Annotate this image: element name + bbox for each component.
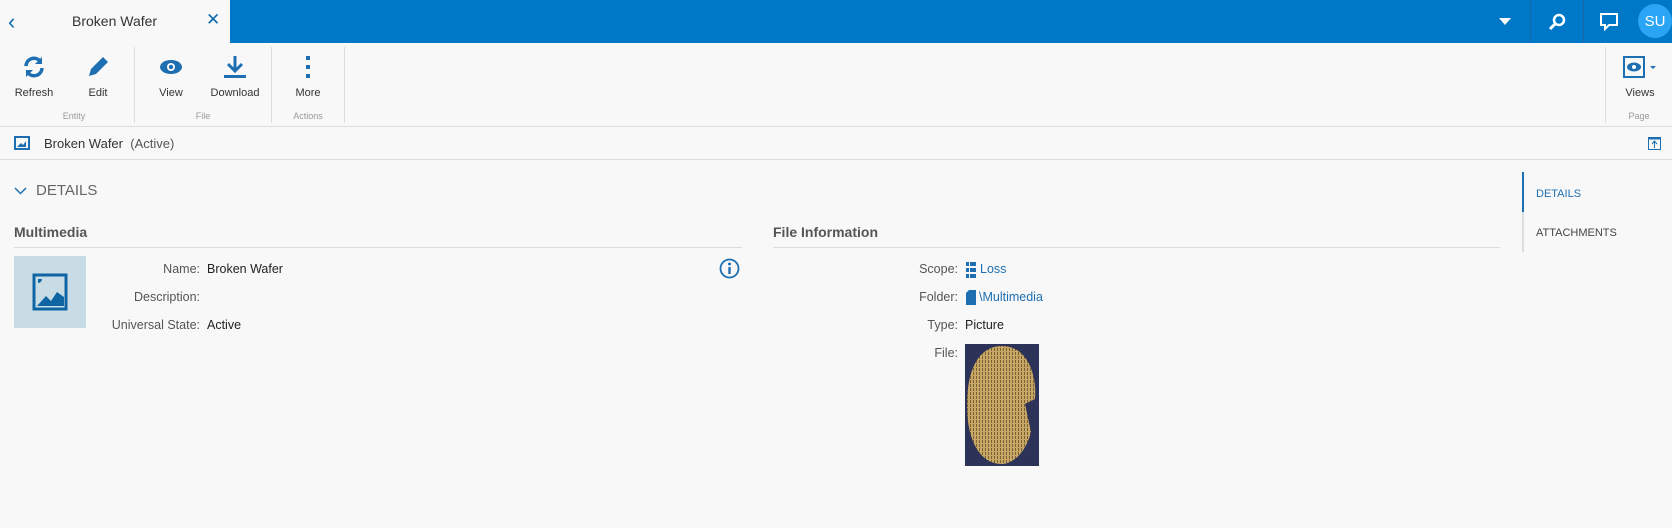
document-tab[interactable]: ‹ Broken Wafer ✕ <box>0 0 230 43</box>
views-button[interactable]: Views <box>1610 49 1670 99</box>
views-eye-icon <box>1610 49 1670 85</box>
back-icon[interactable]: ‹ <box>8 9 15 35</box>
avatar[interactable]: SU <box>1638 4 1672 38</box>
section-title: DETAILS <box>36 182 98 199</box>
side-nav-attachments[interactable]: ATTACHMENTS <box>1536 227 1617 239</box>
more-vertical-icon <box>278 49 338 85</box>
search-icon[interactable] <box>1531 0 1583 43</box>
chevron-down-icon <box>14 186 27 195</box>
info-icon[interactable] <box>719 258 740 284</box>
group-label-actions: Actions <box>293 111 323 121</box>
chat-icon[interactable] <box>1584 0 1634 43</box>
broken-wafer-image <box>967 346 1036 464</box>
group-label-entity: Entity <box>62 111 86 121</box>
picture-icon <box>14 136 30 155</box>
scope-link[interactable]: Loss <box>966 262 1006 278</box>
download-button[interactable]: Download <box>205 49 265 99</box>
details-section-toggle[interactable]: DETAILS <box>14 182 97 199</box>
eye-icon <box>141 49 201 85</box>
dropdown-caret-icon[interactable] <box>1490 0 1520 43</box>
edit-button[interactable]: Edit <box>68 49 128 99</box>
file-image-thumbnail[interactable] <box>965 344 1039 466</box>
group-label-page: Page <box>1628 111 1650 121</box>
close-icon[interactable]: ✕ <box>206 10 220 30</box>
record-header: Broken Wafer (Active) <box>0 127 1672 160</box>
refresh-icon <box>4 49 64 85</box>
folder-icon <box>966 290 976 305</box>
command-bar: Refresh Edit View Download More Entity F… <box>0 43 1672 127</box>
refresh-button[interactable]: Refresh <box>4 49 64 99</box>
top-bar: ‹ Broken Wafer ✕ SU <box>0 0 1672 43</box>
type-value: Picture <box>965 318 1004 332</box>
tab-title: Broken Wafer <box>72 13 158 29</box>
list-icon <box>966 262 976 278</box>
file-information-heading: File Information <box>773 224 878 240</box>
record-title: Broken Wafer <box>44 136 123 151</box>
universal-state-value: Active <box>207 318 242 332</box>
pencil-icon <box>68 49 128 85</box>
folder-link[interactable]: \Multimedia <box>966 290 1043 305</box>
name-value: Broken Wafer <box>207 262 283 276</box>
view-button[interactable]: View <box>141 49 201 99</box>
group-label-file: File <box>195 111 211 121</box>
record-status: (Active) <box>130 136 175 151</box>
more-button[interactable]: More <box>278 49 338 99</box>
download-icon <box>205 49 265 85</box>
multimedia-fields: Name: Broken Wafer Description: Universal… <box>40 262 283 346</box>
multimedia-heading: Multimedia <box>14 224 88 240</box>
collapse-header-icon[interactable] <box>1648 137 1661 155</box>
side-nav-details[interactable]: DETAILS <box>1536 188 1581 200</box>
